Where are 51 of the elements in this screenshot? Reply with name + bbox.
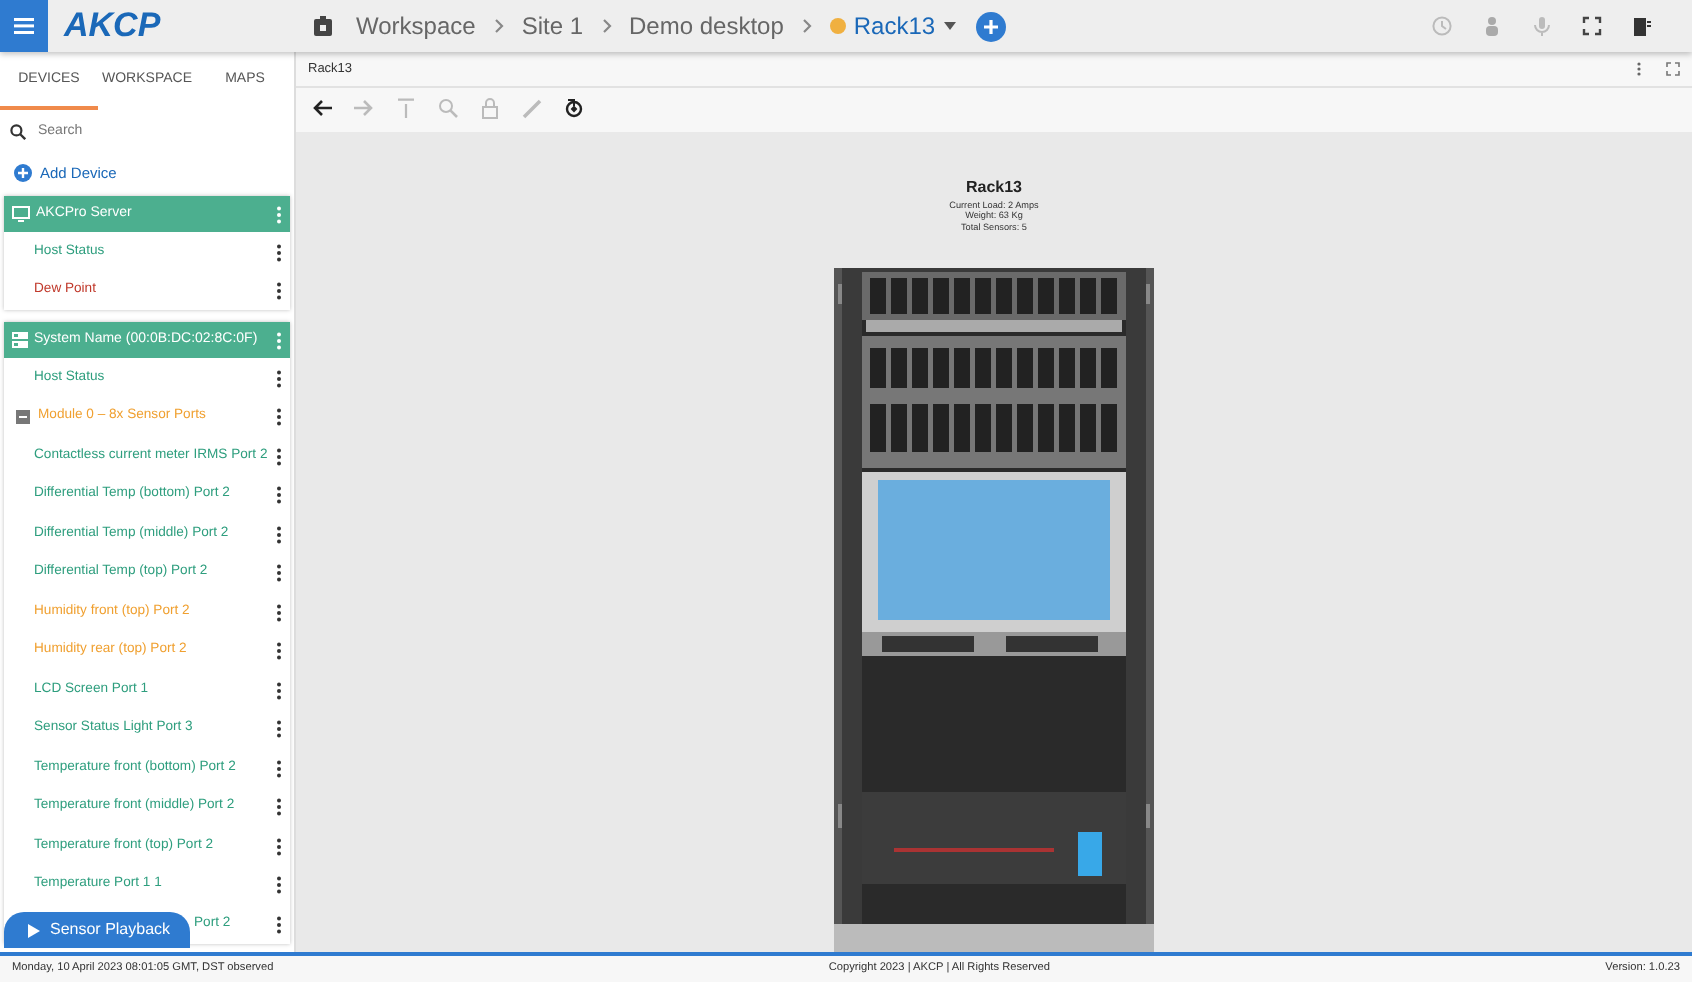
chevron-icon <box>801 18 812 34</box>
more-icon[interactable] <box>276 243 282 261</box>
more-icon[interactable] <box>276 720 282 738</box>
fullscreen-icon[interactable] <box>1582 16 1602 36</box>
more-icon[interactable] <box>276 525 282 543</box>
more-icon[interactable] <box>276 282 282 300</box>
search-icon <box>438 98 458 121</box>
clipboard-icon <box>314 16 332 36</box>
menu-button[interactable] <box>0 0 48 52</box>
align-top-icon <box>396 98 416 121</box>
add-icon[interactable] <box>975 11 1006 41</box>
back-arrow-icon <box>312 98 332 121</box>
toolbar-button[interactable] <box>312 98 332 121</box>
menu-icon <box>14 18 34 34</box>
more-icon[interactable] <box>276 876 282 894</box>
more-icon[interactable] <box>276 486 282 504</box>
more-icon[interactable] <box>276 642 282 660</box>
chevron-icon <box>493 18 504 34</box>
chevron-icon <box>601 18 611 34</box>
breadcrumb-dropdown[interactable]: Rack13 <box>829 8 956 44</box>
search-icon <box>10 123 26 140</box>
more-icon[interactable] <box>276 681 282 699</box>
rack-title: Rack13 <box>965 175 1023 199</box>
more-icon[interactable] <box>276 915 282 933</box>
forward-arrow-icon <box>354 98 374 121</box>
breadcrumb-current: Rack13 <box>853 10 936 44</box>
logo: AKCP <box>64 4 163 49</box>
toolbar-button[interactable] <box>564 98 584 121</box>
collapse-icon <box>16 410 30 424</box>
server-icon <box>12 332 28 349</box>
more-icon[interactable] <box>276 447 282 465</box>
more-icon[interactable] <box>276 408 282 426</box>
more-icon[interactable] <box>276 798 282 816</box>
status-dot-icon <box>829 18 846 34</box>
breadcrumb-link[interactable]: Workspace <box>356 8 476 44</box>
caret-icon <box>943 22 956 30</box>
rotate-icon <box>564 98 584 121</box>
lock-icon <box>480 98 500 121</box>
more-icon[interactable] <box>276 603 282 621</box>
monitor-icon <box>12 206 30 223</box>
breadcrumb-link[interactable]: Demo desktop <box>629 8 784 44</box>
more-icon[interactable] <box>276 564 282 582</box>
more-icon[interactable] <box>1636 61 1642 76</box>
sensor-playback-button[interactable]: Sensor Playback <box>4 912 191 948</box>
more-icon[interactable] <box>276 837 282 855</box>
more-icon[interactable] <box>276 369 282 387</box>
more-icon[interactable] <box>276 759 282 777</box>
breadcrumb-link[interactable]: Site 1 <box>521 8 583 44</box>
add-icon[interactable] <box>14 164 32 183</box>
pencil-icon <box>522 98 542 121</box>
play-icon <box>28 923 40 937</box>
